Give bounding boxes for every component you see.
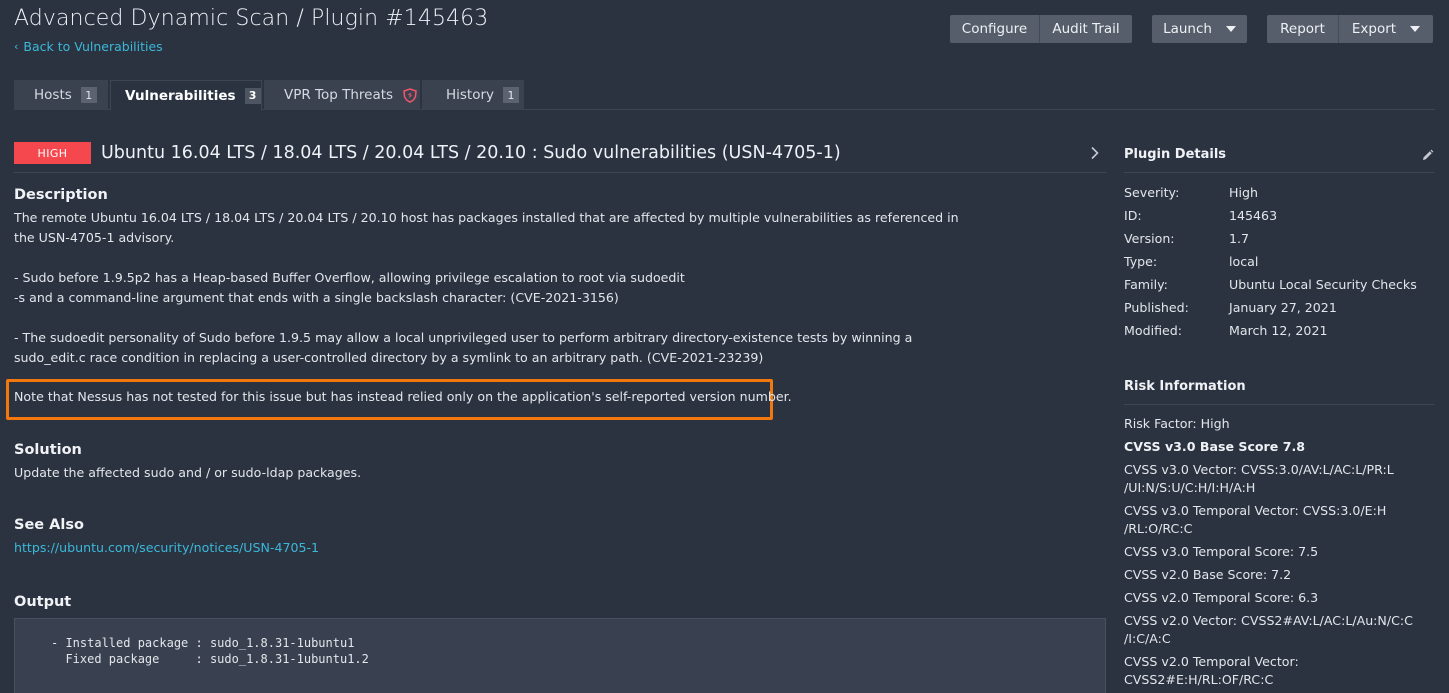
detail-value-modified: March 12, 2021 xyxy=(1229,323,1328,338)
detail-label-published: Published: xyxy=(1124,300,1189,315)
description-text: -s and a command-line argument that ends… xyxy=(14,290,619,305)
detail-value-version: 1.7 xyxy=(1229,231,1250,246)
chevron-right-icon[interactable] xyxy=(1090,145,1100,164)
cvss3-vector: CVSS v3.0 Vector: CVSS:3.0/AV:L/AC:L/PR:… xyxy=(1124,462,1394,477)
launch-group: Launch xyxy=(1152,15,1247,43)
solution-heading: Solution xyxy=(14,442,82,458)
output-heading: Output xyxy=(14,594,72,610)
detail-value-published: January 27, 2021 xyxy=(1229,300,1337,315)
tab-hosts[interactable]: Hosts 1 xyxy=(14,80,108,110)
detail-value-type: local xyxy=(1229,254,1259,269)
output-line: Fixed package : sudo_1.8.31-1ubuntu1.2 xyxy=(51,652,369,666)
description-heading: Description xyxy=(14,187,108,203)
description-text: the USN-4705-1 advisory. xyxy=(14,230,175,245)
tab-bar: Hosts 1 Vulnerabilities 3 VPR Top Threat… xyxy=(14,80,1435,110)
back-link-label: Back to Vulnerabilities xyxy=(23,39,163,54)
export-label: Export xyxy=(1351,21,1397,37)
back-to-vulnerabilities-link[interactable]: ‹ Back to Vulnerabilities xyxy=(14,39,163,54)
risk-factor: Risk Factor: High xyxy=(1124,416,1230,431)
caret-down-icon xyxy=(1225,26,1236,32)
shield-icon xyxy=(403,87,417,103)
cvss3-temporal-vector: /RL:O/RC:C xyxy=(1124,521,1193,536)
tab-history[interactable]: History 1 xyxy=(422,80,524,110)
pencil-icon[interactable] xyxy=(1421,147,1434,166)
launch-button[interactable]: Launch xyxy=(1152,15,1247,43)
plugin-title-row: HIGH Ubuntu 16.04 LTS / 18.04 LTS / 20.0… xyxy=(14,138,1106,168)
detail-label-modified: Modified: xyxy=(1124,323,1182,338)
output-line: - Installed package : sudo_1.8.31-1ubunt… xyxy=(51,636,355,650)
tab-label: Hosts xyxy=(34,87,72,103)
detail-label-id: ID: xyxy=(1124,208,1142,223)
configure-button[interactable]: Configure xyxy=(950,15,1040,43)
tab-label: Vulnerabilities xyxy=(125,87,236,104)
detail-label-version: Version: xyxy=(1124,231,1175,246)
page-title: Advanced Dynamic Scan / Plugin #145463 xyxy=(14,6,489,31)
cvss3-base-score: CVSS v3.0 Base Score 7.8 xyxy=(1124,439,1306,454)
description-text: sudo_edit.c race condition in replacing … xyxy=(14,350,764,365)
tab-count-badge: 1 xyxy=(503,87,520,103)
detail-label-family: Family: xyxy=(1124,277,1168,292)
severity-badge: HIGH xyxy=(14,142,91,164)
see-also-heading: See Also xyxy=(14,517,84,533)
export-button[interactable]: Export xyxy=(1339,15,1433,43)
solution-text: Update the affected sudo and / or sudo-l… xyxy=(14,465,362,480)
audit-trail-button[interactable]: Audit Trail xyxy=(1040,15,1132,43)
divider xyxy=(1124,172,1434,173)
cvss3-vector: /UI:N/S:U/C:H/I:H/A:H xyxy=(1124,480,1256,495)
cvss2-vector: /I:C/A:C xyxy=(1124,631,1171,646)
detail-value-severity: High xyxy=(1229,185,1258,200)
cvss3-temporal-vector: CVSS v3.0 Temporal Vector: CVSS:3.0/E:H xyxy=(1124,503,1387,518)
divider xyxy=(1124,404,1434,405)
page: Advanced Dynamic Scan / Plugin #145463 ‹… xyxy=(0,0,1449,693)
cvss2-temporal-vector: CVSS v2.0 Temporal Vector: xyxy=(1124,654,1299,669)
risk-information-heading: Risk Information xyxy=(1124,379,1246,394)
description-note: Note that Nessus has not tested for this… xyxy=(14,389,792,404)
detail-label-type: Type: xyxy=(1124,254,1158,269)
tab-label: VPR Top Threats xyxy=(284,87,394,103)
configure-audit-group: Configure Audit Trail xyxy=(950,15,1132,43)
caret-down-icon xyxy=(1410,26,1421,32)
report-button[interactable]: Report xyxy=(1267,15,1339,43)
see-also-link[interactable]: https://ubuntu.com/security/notices/USN-… xyxy=(14,538,319,558)
tab-vulnerabilities[interactable]: Vulnerabilities 3 xyxy=(110,80,262,110)
tab-vpr-top-threats[interactable]: VPR Top Threats xyxy=(264,80,420,110)
report-export-group: Report Export xyxy=(1267,15,1433,43)
cvss2-temporal-vector: CVSS2#E:H/RL:OF/RC:C xyxy=(1124,672,1274,687)
plugin-details-heading: Plugin Details xyxy=(1124,147,1227,162)
tab-label: History xyxy=(446,87,495,103)
divider xyxy=(14,172,1106,173)
description-text: The remote Ubuntu 16.04 LTS / 18.04 LTS … xyxy=(14,210,959,225)
plugin-title: Ubuntu 16.04 LTS / 18.04 LTS / 20.04 LTS… xyxy=(101,143,841,163)
cvss2-vector: CVSS v2.0 Vector: CVSS2#AV:L/AC:L/Au:N/C… xyxy=(1124,613,1413,628)
tab-count-badge: 1 xyxy=(80,87,97,103)
cvss3-temporal-score: CVSS v3.0 Temporal Score: 7.5 xyxy=(1124,544,1319,559)
description-text: - Sudo before 1.9.5p2 has a Heap-based B… xyxy=(14,270,685,285)
plugin-main: HIGH Ubuntu 16.04 LTS / 18.04 LTS / 20.0… xyxy=(14,138,1106,173)
description-text: - The sudoedit personality of Sudo befor… xyxy=(14,330,913,345)
detail-label-severity: Severity: xyxy=(1124,185,1180,200)
cvss2-base-score: CVSS v2.0 Base Score: 7.2 xyxy=(1124,567,1292,582)
cvss2-temporal-score: CVSS v2.0 Temporal Score: 6.3 xyxy=(1124,590,1319,605)
chevron-left-icon: ‹ xyxy=(14,40,19,53)
launch-label: Launch xyxy=(1163,21,1212,37)
detail-value-id: 145463 xyxy=(1229,208,1278,223)
detail-value-family: Ubuntu Local Security Checks xyxy=(1229,277,1417,292)
tab-count-badge: 3 xyxy=(244,87,261,104)
